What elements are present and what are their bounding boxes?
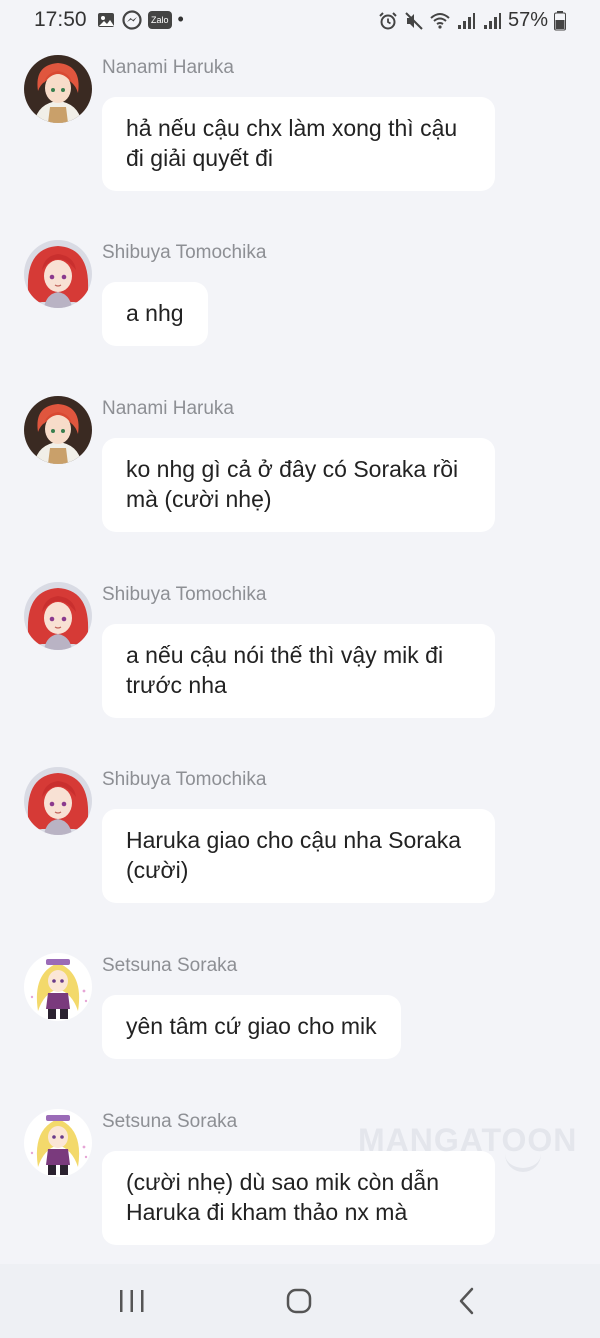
status-left-icons: Zalo • (96, 9, 184, 30)
message-bubble[interactable]: yên tâm cứ giao cho mik (102, 995, 401, 1059)
avatar[interactable] (24, 55, 92, 123)
sender-name: Nanami Haruka (102, 398, 234, 419)
sender-name: Setsuna Soraka (102, 1111, 238, 1132)
message-bubble[interactable]: hả nếu cậu chx làm xong thì cậu đi giải … (102, 97, 495, 191)
zalo-icon: Zalo (148, 10, 172, 29)
signal-icon (483, 12, 501, 29)
message-bubble[interactable]: ko nhg gì cả ở đây có Soraka rồi mà (cườ… (102, 438, 495, 532)
sender-name: Shibuya Tomochika (102, 584, 267, 605)
watermark: MANGATOON (358, 1122, 578, 1158)
sender-name: Shibuya Tomochika (102, 769, 267, 790)
avatar[interactable] (24, 240, 92, 308)
message-bubble[interactable]: (cười nhẹ) dù sao mik còn dẫn Haruka đi … (102, 1151, 495, 1245)
message-bubble[interactable]: a nhg (102, 282, 208, 346)
message-bubble[interactable]: a nếu cậu nói thế thì vậy mik đi trước n… (102, 624, 495, 718)
back-icon[interactable] (448, 1286, 488, 1318)
sender-name: Shibuya Tomochika (102, 242, 267, 263)
battery-percent: 57% (507, 9, 548, 31)
status-bar: 17:50 Zalo • 57% (0, 0, 600, 40)
sender-name: Setsuna Soraka (102, 955, 238, 976)
gallery-icon (98, 12, 114, 27)
avatar[interactable] (24, 396, 92, 464)
avatar[interactable] (24, 953, 92, 1021)
alarm-icon (379, 11, 397, 29)
status-right-icons: 57% (378, 9, 566, 32)
avatar[interactable] (24, 767, 92, 835)
wifi-icon (430, 12, 450, 29)
signal-icon (457, 12, 475, 29)
message-bubble[interactable]: Haruka giao cho cậu nha Soraka (cười) (102, 809, 495, 903)
recent-apps-icon[interactable] (112, 1286, 152, 1318)
home-icon[interactable] (279, 1286, 319, 1318)
battery-icon (554, 10, 566, 30)
sender-name: Nanami Haruka (102, 57, 234, 78)
messenger-icon (122, 9, 142, 30)
status-time: 17:50 (34, 8, 87, 31)
notification-dot-icon: • (177, 9, 184, 29)
navigation-bar (0, 1264, 600, 1338)
avatar[interactable] (24, 1109, 92, 1177)
watermark-smile-icon (505, 1150, 541, 1172)
avatar[interactable] (24, 582, 92, 650)
mute-icon (405, 11, 423, 30)
